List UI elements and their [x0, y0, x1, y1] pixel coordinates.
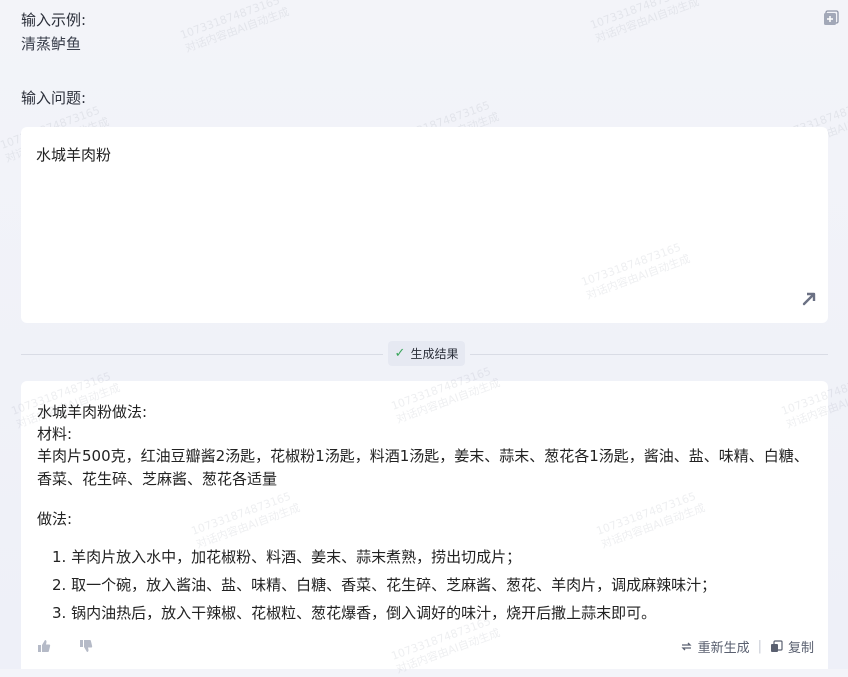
generate-label: 生成结果 [410, 347, 459, 361]
copy-button[interactable]: 复制 [770, 637, 814, 656]
regenerate-button[interactable]: 重新生成 [680, 637, 750, 656]
result-panel: 水城羊肉粉做法: 材料: 羊肉片500克，红油豆瓣酱2汤匙，花椒粉1汤匙，料酒1… [10, 365, 848, 676]
divider-right [470, 354, 828, 355]
add-square-icon[interactable] [823, 10, 839, 26]
question-text[interactable]: 水城羊肉粉 [36, 144, 111, 165]
expand-arrow-icon[interactable] [800, 290, 818, 308]
watermark: 107331874873165对话内容由AI自动生成 [189, 489, 302, 551]
watermark: 107331874873165对话内容由AI自动生成 [389, 364, 502, 426]
generate-result-chip[interactable]: ✓ 生成结果 [388, 341, 465, 366]
check-icon: ✓ [394, 346, 406, 361]
regenerate-label: 重新生成 [697, 641, 750, 656]
watermark: 107331874873165对话内容由AI自动生成 [779, 369, 848, 431]
action-separator: | [757, 639, 762, 654]
question-input[interactable]: 水城羊肉粉 107331874873165 对话内容由AI自动生成 [21, 127, 828, 323]
thumbs-down-icon[interactable] [79, 639, 93, 653]
divider-left [21, 354, 383, 355]
watermark: 107331874873165对话内容由AI自动生成 [594, 489, 707, 551]
copy-label: 复制 [787, 641, 814, 656]
watermark: 107331874873165对话内容由AI自动生成 [588, 0, 701, 45]
materials-line-2: 香菜、花生碎、芝麻酱、葱花各适量 [37, 470, 278, 488]
watermark: 107331874873165对话内容由AI自动生成 [178, 0, 291, 55]
thumbs-up-icon[interactable] [37, 639, 51, 653]
materials-line-1: 羊肉片500克，红油豆瓣酱2汤匙，花椒粉1汤匙，料酒1汤匙，姜末、蒜末、葱花各1… [37, 447, 809, 465]
step-item: 1. 羊肉片放入水中，加花椒粉、料酒、姜末、蒜末煮熟，捞出切成片； [52, 548, 522, 566]
method-label: 做法: [37, 510, 73, 528]
refresh-icon [681, 642, 692, 651]
copy-icon [770, 640, 783, 652]
question-label: 输入问题: [21, 89, 87, 107]
result-title: 水城羊肉粉做法: [37, 403, 148, 421]
example-value[interactable]: 清蒸鲈鱼 [21, 33, 81, 54]
step-item: 2. 取一个碗，放入酱油、盐、味精、白糖、香菜、花生碎、芝麻酱、葱花、羊肉片，调… [52, 576, 717, 594]
example-label: 输入示例: [21, 11, 87, 29]
step-item: 3. 锅内油热后，放入干辣椒、花椒粒、葱花爆香，倒入调好的味汁，烧开后撒上蒜末即… [52, 604, 657, 622]
watermark: 107331874873165对话内容由AI自动生成 [579, 240, 692, 302]
materials-label: 材料: [37, 425, 73, 443]
